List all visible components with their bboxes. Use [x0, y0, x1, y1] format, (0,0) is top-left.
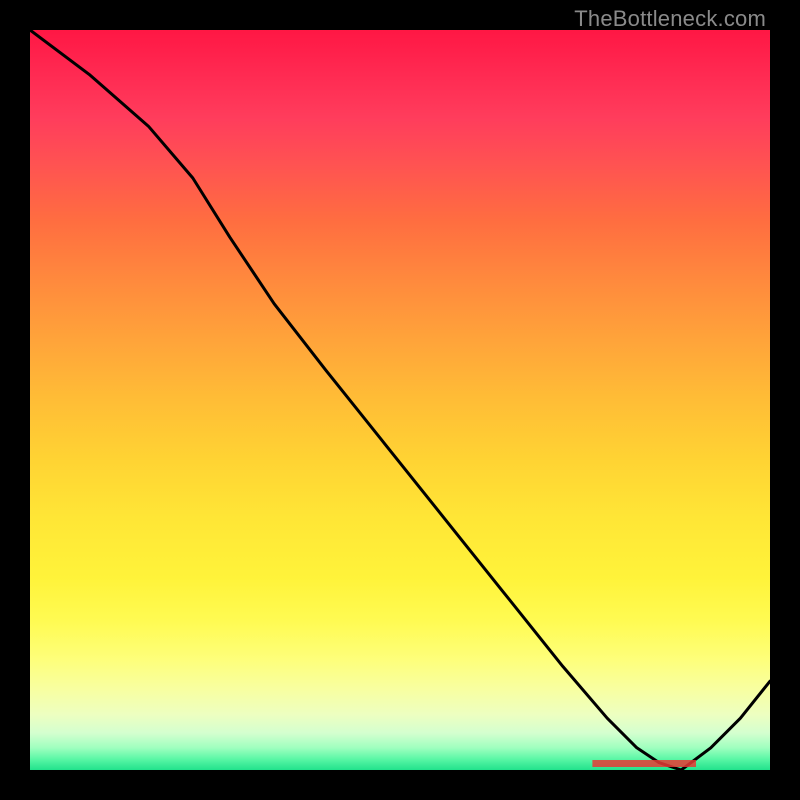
curve-line: [30, 30, 770, 770]
chart-stage: TheBottleneck.com: [0, 0, 800, 800]
plot-area: [30, 30, 770, 770]
curve-svg: [30, 30, 770, 770]
watermark-text: TheBottleneck.com: [574, 6, 766, 32]
trough-marker: [592, 760, 696, 767]
